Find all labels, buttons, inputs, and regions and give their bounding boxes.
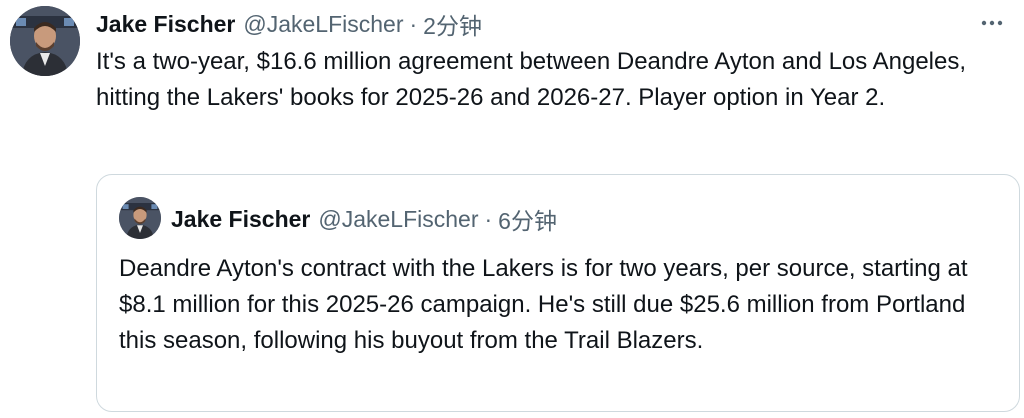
quoted-separator-dot: ·	[484, 205, 493, 232]
quoted-author-name[interactable]: Jake Fischer	[171, 206, 310, 233]
author-avatar[interactable]	[10, 6, 80, 76]
quoted-author-handle[interactable]: @JakeLFischer	[318, 206, 478, 233]
tweet-timestamp[interactable]: 2分钟	[423, 7, 482, 41]
quoted-author-avatar[interactable]	[119, 197, 161, 239]
author-handle[interactable]: @JakeLFischer	[243, 11, 403, 38]
quoted-tweet-text: Deandre Ayton's contract with the Lakers…	[119, 255, 968, 354]
author-name[interactable]: Jake Fischer	[96, 11, 235, 38]
more-options-button[interactable]	[972, 8, 1012, 38]
separator-dot: ·	[409, 10, 418, 37]
tweet-text: It's a two-year, $16.6 million agreement…	[96, 48, 967, 111]
quoted-tweet-header: Jake Fischer @JakeLFischer · 6分钟	[171, 203, 557, 235]
quoted-tweet[interactable]: Jake Fischer @JakeLFischer · 6分钟 Deandre…	[96, 174, 1020, 412]
more-horizontal-icon	[981, 20, 1003, 26]
tweet: Jake Fischer @JakeLFischer · 2分钟 It's a …	[0, 0, 1024, 418]
quoted-tweet-timestamp[interactable]: 6分钟	[498, 202, 557, 236]
tweet-header: Jake Fischer @JakeLFischer · 2分钟	[96, 8, 482, 40]
